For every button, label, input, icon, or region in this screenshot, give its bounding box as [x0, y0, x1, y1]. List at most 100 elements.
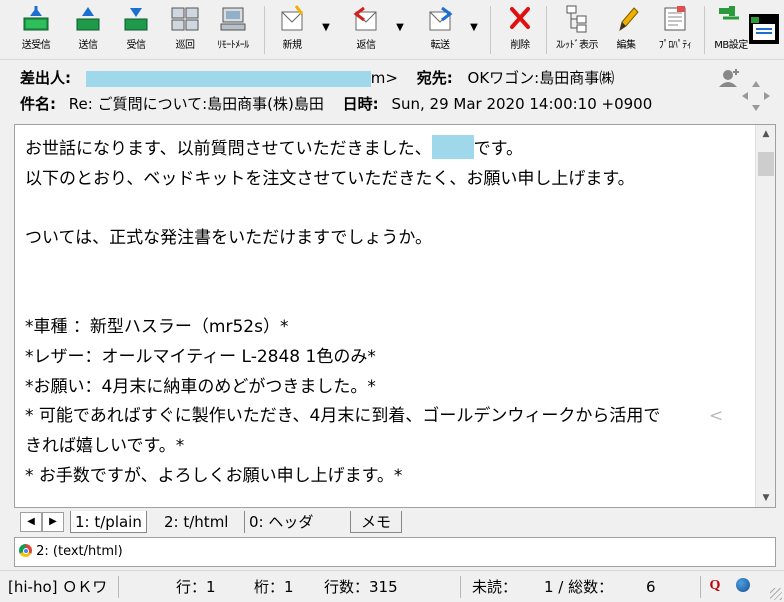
new-mail-dropdown-icon[interactable]: ▼: [320, 22, 332, 34]
body-line: *お願い：4月末に納車のめどがつきました。*: [25, 376, 376, 397]
message-body[interactable]: お世話になります、以前質問させていただきました、 です。 以下のとおり、ベッドキッ…: [14, 124, 776, 508]
send-receive-icon: [20, 4, 52, 34]
edit-icon: [610, 4, 642, 34]
edit-label: 編集: [616, 40, 637, 51]
scroll-up-icon[interactable]: ▲: [756, 125, 775, 143]
account-name: [hi-ho] ＯＫワ: [8, 578, 108, 596]
reply-icon: [350, 4, 382, 34]
q-icon[interactable]: Q: [706, 577, 724, 595]
unread-label: 未読：: [472, 578, 518, 596]
forward-label: 転送: [430, 40, 451, 51]
to-label: 宛先:: [416, 69, 453, 87]
mailbox-settings-icon: [715, 4, 747, 34]
remote-mail-label: ﾘﾓｰﾄﾒｰﾙ: [217, 40, 249, 51]
attachment-label[interactable]: 2: (text/html): [36, 544, 123, 559]
body-line: [25, 254, 745, 284]
from-label: 差出人:: [20, 69, 71, 87]
toolbar-separator: [264, 6, 265, 54]
send-button[interactable]: 送信: [70, 4, 106, 56]
scrollbar-thumb[interactable]: [758, 152, 774, 176]
send-receive-button[interactable]: 送受信: [16, 4, 56, 56]
greeting-text: お世話になります、以前質問させていただきました、: [25, 139, 432, 159]
tab-text-plain[interactable]: 1: t/plain: [70, 511, 147, 533]
body-line: 以下のとおり、ベッドキットを注文させていただきたく、お願い申し上げます。: [25, 168, 635, 189]
patrol-button[interactable]: 巡回: [166, 4, 204, 56]
new-mail-label: 新規: [282, 40, 303, 51]
body-line: [25, 194, 745, 224]
forward-dropdown-icon[interactable]: ▼: [468, 22, 480, 34]
status-separator: [700, 576, 701, 598]
new-mail-icon: [276, 4, 308, 34]
receive-icon: [120, 4, 152, 34]
body-line: *車種 ：新型ハスラー（mr52s）*: [25, 317, 289, 338]
from-address-tail: m>: [370, 69, 398, 87]
thread-view-icon: [561, 4, 593, 34]
subject-label: 件名:: [20, 95, 56, 113]
sender-name-redaction: [431, 135, 474, 159]
remote-mail-icon: [217, 4, 249, 34]
properties-icon: [659, 4, 691, 34]
window-thumbnail-icon[interactable]: [749, 14, 779, 44]
greeting-tail: です。: [473, 139, 523, 159]
from-row: 差出人: m> 宛先: OKワゴン:島田商事㈱: [20, 67, 614, 89]
forward-button[interactable]: 転送: [420, 4, 460, 56]
send-icon: [72, 4, 104, 34]
remote-mail-button[interactable]: ﾘﾓｰﾄﾒｰﾙ: [208, 4, 258, 56]
navigation-arrows-icon[interactable]: [742, 81, 770, 111]
wrap-marker: <: [709, 406, 724, 427]
patrol-label: 巡回: [175, 40, 196, 51]
reply-dropdown-icon[interactable]: ▼: [394, 22, 406, 34]
resize-grip-icon[interactable]: [770, 588, 782, 600]
date-label: 日時:: [342, 95, 379, 113]
receive-label: 受信: [126, 40, 147, 51]
status-bar: [hi-ho] ＯＫワ 行：1 桁：1 行数：315 未読： 1 / 総数： 6…: [0, 570, 784, 602]
body-line: *レザー：オールマイティー L-2848 1色のみ*: [25, 346, 376, 367]
reply-button[interactable]: 返信: [346, 4, 386, 56]
properties-button[interactable]: ﾌﾟﾛﾊﾟﾃｨ: [652, 4, 698, 56]
status-separator: [460, 576, 461, 598]
tab-header[interactable]: 0: ヘッダ: [244, 511, 317, 533]
mailbox-settings-label: MB設定: [714, 40, 748, 51]
globe-icon[interactable]: [736, 578, 750, 592]
body-line: ついては、正式な発注書をいただけますでしょうか。: [25, 228, 432, 249]
line-count: 行数：315: [324, 578, 398, 596]
total-count: 6: [646, 578, 656, 596]
attachment-list[interactable]: 2: (text/html): [14, 537, 776, 567]
tab-memo[interactable]: メモ: [350, 511, 403, 533]
tab-text-html[interactable]: 2: t/html: [160, 511, 232, 533]
toolbar-separator: [546, 6, 547, 54]
message-header: 差出人: m> 宛先: OKワゴン:島田商事㈱ 件名: Re: ご質問について:…: [10, 63, 776, 119]
delete-button[interactable]: 削除: [502, 4, 538, 56]
send-receive-label: 送受信: [21, 40, 51, 51]
forward-icon: [424, 4, 456, 34]
new-mail-button[interactable]: 新規: [272, 4, 312, 56]
body-line-text: * 可能であればすぐに製作いただき、4月末に到着、ゴールデンウィークから活用で: [25, 406, 661, 427]
date-value: Sun, 29 Mar 2020 14:00:10 +0900: [391, 95, 653, 113]
toolbar-separator: [704, 6, 705, 54]
reply-label: 返信: [356, 40, 377, 51]
body-line: お世話になります、以前質問させていただきました、 です。: [25, 135, 745, 165]
tab-scroll-left-icon[interactable]: ◀: [20, 512, 42, 532]
line-indicator: 行：1: [176, 578, 216, 596]
vertical-scrollbar[interactable]: ▲ ▼: [755, 125, 775, 507]
body-line: きれば嬉しいです。*: [25, 435, 185, 456]
send-label: 送信: [78, 40, 99, 51]
body-line: * 可能であればすぐに製作いただき、4月末に到着、ゴールデンウィークから活用で …: [25, 402, 745, 432]
scroll-down-icon[interactable]: ▼: [756, 489, 775, 507]
part-tabs: ◀ ▶ 1: t/plain 2: t/html 0: ヘッダ メモ: [14, 509, 776, 535]
mailbox-settings-button[interactable]: MB設定: [708, 4, 754, 56]
delete-icon: [504, 4, 536, 34]
body-line: [25, 283, 745, 313]
toolbar: 送受信 送信 受信 巡回 ﾘﾓｰﾄﾒｰﾙ 新規 ▼ 返信 ▼ 転送 ▼ 削除 ｽ…: [0, 0, 784, 60]
properties-label: ﾌﾟﾛﾊﾟﾃｨ: [658, 40, 692, 51]
status-separator: [118, 576, 119, 598]
edit-button[interactable]: 編集: [608, 4, 644, 56]
add-contact-icon[interactable]: [719, 69, 739, 87]
toolbar-separator: [490, 6, 491, 54]
tab-scroll-right-icon[interactable]: ▶: [42, 512, 64, 532]
thread-view-button[interactable]: ｽﾚｯﾄﾞ表示: [552, 4, 602, 56]
message-text: お世話になります、以前質問させていただきました、 です。 以下のとおり、ベッドキッ…: [25, 135, 745, 491]
to-value[interactable]: OKワゴン:島田商事㈱: [468, 69, 615, 87]
thread-view-label: ｽﾚｯﾄﾞ表示: [556, 40, 599, 51]
receive-button[interactable]: 受信: [118, 4, 154, 56]
